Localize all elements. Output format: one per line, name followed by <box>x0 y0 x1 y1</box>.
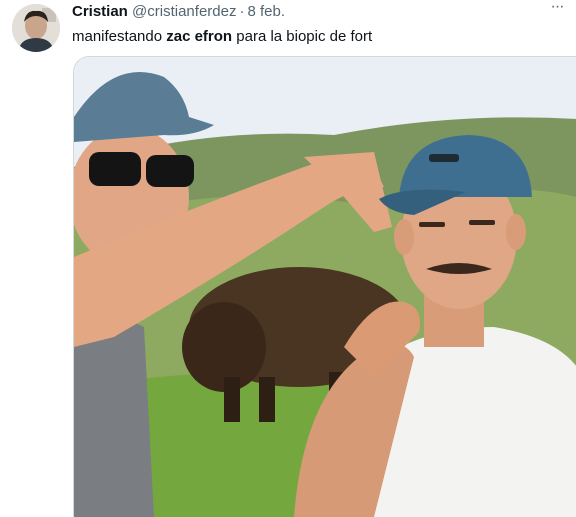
tweet-photo[interactable] <box>73 56 576 517</box>
tweet-header: Cristian @cristianferdez · 8 feb. <box>72 3 546 21</box>
user-handle[interactable]: @cristianferdez <box>132 3 236 20</box>
tweet-date[interactable]: 8 feb. <box>247 3 285 20</box>
display-name[interactable]: Cristian <box>72 3 128 20</box>
tweet[interactable]: Cristian @cristianferdez · 8 feb. ··· mani… <box>0 0 576 517</box>
tweet-text: manifestando zac efron para la biopic de… <box>72 27 560 47</box>
tweet-text-bold: zac efron <box>166 28 233 45</box>
tweet-text-start: manifestando <box>72 28 167 45</box>
separator-dot: · <box>239 3 245 20</box>
tweet-text-end: para la biopic de fort <box>232 28 373 45</box>
avatar[interactable] <box>12 4 60 52</box>
more-horizontal-icon[interactable]: ··· <box>546 0 568 18</box>
